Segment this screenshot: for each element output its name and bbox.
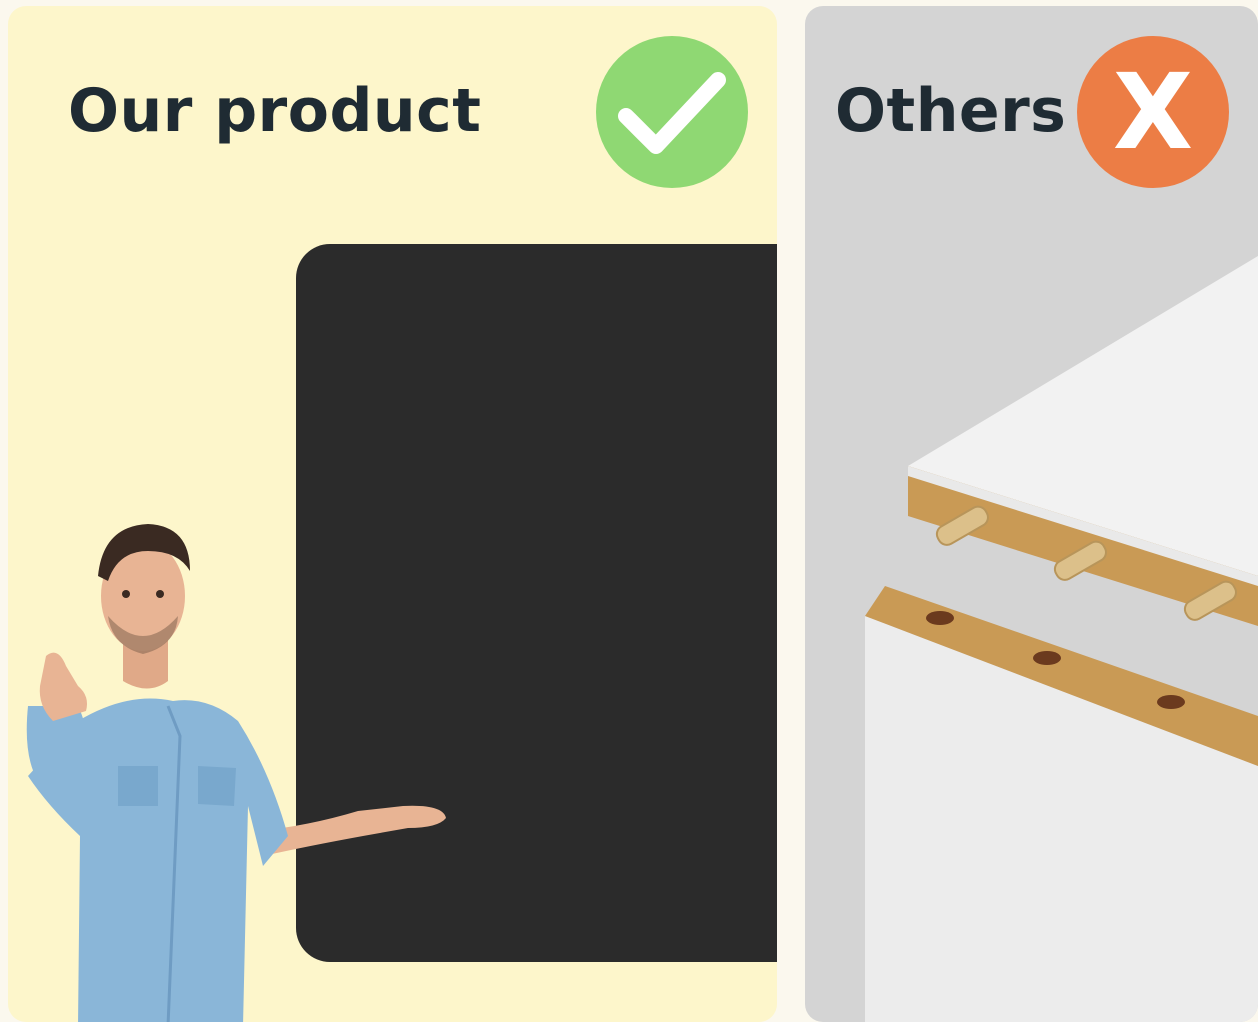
- our-product-title: Our product: [68, 76, 482, 146]
- x-mark: X: [1112, 51, 1194, 173]
- person-thumbs-up-image: [26, 524, 446, 1022]
- checkmark-glyph: [618, 72, 726, 154]
- others-title: Others: [835, 76, 1067, 146]
- checkmark-icon: [596, 36, 748, 188]
- particleboard-dowel-image: [865, 256, 1258, 1022]
- others-panel: Others X: [805, 6, 1258, 1022]
- our-product-panel: Our product: [8, 6, 777, 1022]
- x-icon: X: [1077, 36, 1229, 188]
